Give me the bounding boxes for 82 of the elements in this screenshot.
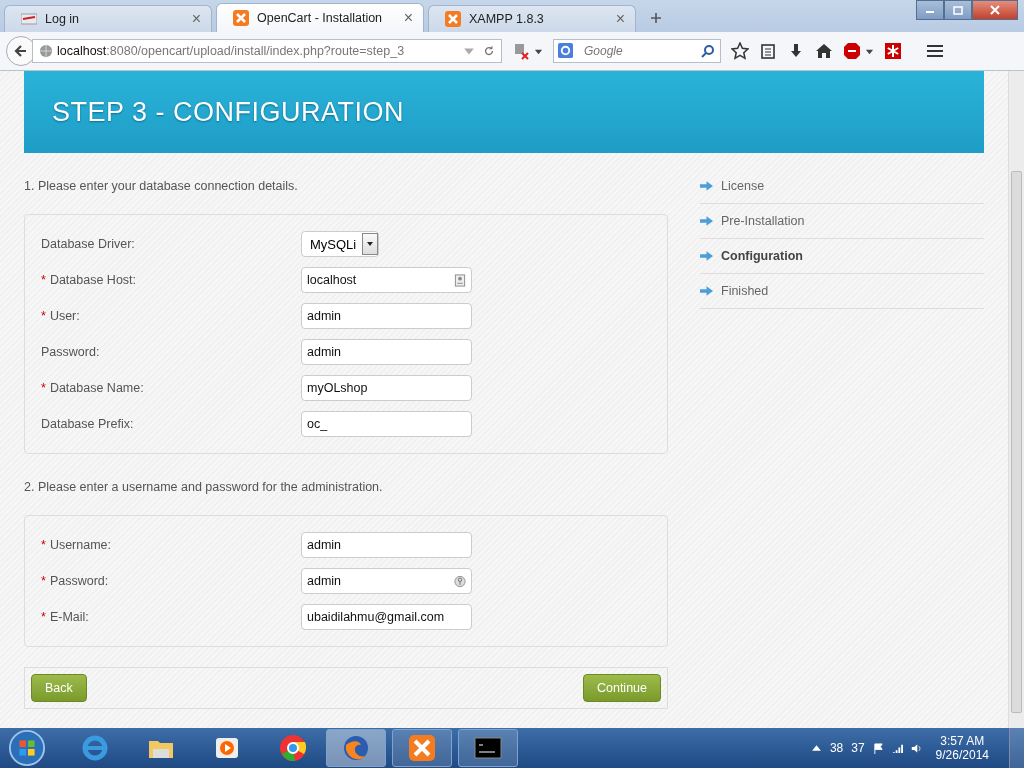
browser-tab[interactable]: XAMPP 1.8.3 × [428,5,636,32]
up-arrow-icon[interactable] [810,742,822,754]
field-label: User: [49,309,80,323]
xampp-logo-icon [445,11,461,27]
close-icon [990,5,1000,15]
reload-icon[interactable] [483,45,495,57]
field-label: Database Prefix: [41,417,134,431]
star-icon[interactable] [731,42,749,60]
tray-number[interactable]: 37 [851,741,865,755]
driver-dropdown[interactable]: MySQLi [301,231,380,257]
home-icon[interactable] [815,42,833,60]
close-window-button[interactable] [972,0,1018,20]
maximize-icon [953,5,963,15]
text-input[interactable]: admin [301,303,472,329]
tray-number[interactable]: 38 [829,741,844,755]
clock-time[interactable]: 3:57 AM [940,734,985,748]
flag-icon [21,11,37,27]
search-icon[interactable] [701,44,715,58]
taskbar-button[interactable] [458,729,518,767]
arrow-icon [700,286,713,296]
text-input[interactable]: admin [301,568,472,594]
section-instruction: 1. Please enter your database connection details. [24,179,299,193]
text-input[interactable]: ubaidilahmu@gmail.com [301,604,472,630]
flag-icon[interactable] [872,742,884,754]
arrow-icon [700,251,713,261]
arrow-icon [700,216,713,226]
adblock-icon[interactable] [843,42,861,60]
address-bar[interactable]: localhost:8080/opencart/upload/install/index.php?route=step_3 [32,39,502,63]
field-label: E-Mail: [49,610,89,624]
tab-close-button[interactable]: × [403,10,413,26]
field-label: Database Driver: [41,237,135,251]
signal-bars-icon[interactable] [891,742,903,754]
clock-date[interactable]: 9/26/2014 [935,748,989,762]
menu-icon[interactable] [926,42,944,60]
section-instruction: 2. Please enter a username and password for the administration. [24,480,384,494]
field-label: Password: [49,574,109,588]
google-g-icon[interactable] [558,43,573,58]
text-input[interactable]: admin [301,532,472,558]
field-label: Password: [41,345,100,359]
search-field[interactable]: Google [553,39,721,63]
start-button[interactable] [8,729,46,767]
xampp-logo-icon [233,10,249,26]
required-marker: * [41,574,46,588]
xampp-logo-icon [407,733,437,763]
back-arrow-icon [13,43,29,59]
browser-e-icon[interactable] [80,733,110,763]
required-marker: * [41,538,46,552]
text-input[interactable]: localhost [301,267,472,293]
text-input[interactable]: admin [301,339,472,365]
minimize-button[interactable] [916,0,944,20]
required-marker: * [41,610,46,624]
required-marker: * [41,273,46,287]
step-item[interactable]: License [700,169,984,204]
step-item[interactable]: Finished [700,274,984,309]
new-tab-icon[interactable] [650,12,662,24]
arrow-icon [700,181,713,191]
maximize-button[interactable] [944,0,972,20]
clipboard-icon[interactable] [759,42,777,60]
field-label: Username: [49,538,111,552]
browser-tab[interactable]: OpenCart - Installation × [216,3,424,32]
chrome-icon[interactable] [278,733,308,763]
step-item[interactable]: Configuration [700,239,984,274]
taskbar-button[interactable] [392,729,452,767]
tab-close-button[interactable]: × [191,11,201,27]
caret-icon [366,240,375,248]
speaker-icon[interactable] [910,742,922,754]
download-blocked-icon[interactable] [512,42,530,60]
required-marker: * [41,309,46,323]
required-marker: * [41,381,46,395]
text-input[interactable]: oc_ [301,411,472,437]
tab-close-button[interactable]: × [615,11,625,27]
field-label: Database Host: [49,273,137,287]
globe-icon [39,44,53,58]
scrollbar[interactable] [1008,71,1024,728]
step-item[interactable]: Pre-Installation [700,204,984,239]
page-heading: STEP 3 - CONFIGURATION [52,96,405,128]
text-input[interactable]: myOLshop [301,375,472,401]
browser-tab[interactable]: Log in × [4,5,212,32]
field-label: Database Name: [49,381,144,395]
contact-card-icon[interactable] [454,273,466,287]
key-icon[interactable] [454,574,466,588]
asterisk-icon[interactable] [884,42,902,60]
